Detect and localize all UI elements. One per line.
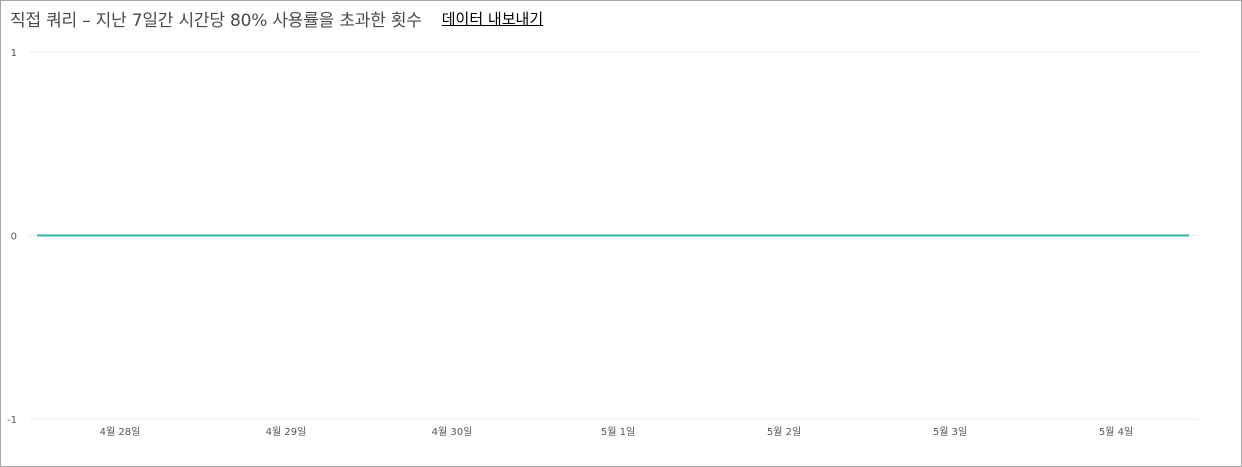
y-tick-label: 0	[11, 232, 17, 243]
y-axis-ticks: 1 0 -1	[7, 48, 17, 426]
line-chart: 1 0 -1 4월 28일 4월 29일 4월 30일 5월 1일 5월 2일 5월 3일 5월…	[7, 48, 1198, 438]
x-axis-ticks: 4월 28일 4월 29일 4월 30일 5월 1일 5월 2일 5월 3일 5월 4일	[100, 426, 1133, 438]
x-tick-label: 4월 29일	[266, 426, 307, 438]
x-tick-label: 5월 3일	[933, 426, 967, 438]
x-tick-label: 4월 30일	[432, 426, 473, 438]
x-tick-label: 4월 28일	[100, 426, 141, 438]
y-tick-label: 1	[11, 48, 17, 59]
y-tick-label: -1	[7, 415, 17, 426]
x-tick-label: 5월 1일	[601, 426, 635, 438]
x-tick-label: 5월 4일	[1099, 426, 1133, 438]
x-tick-label: 5월 2일	[767, 426, 801, 438]
